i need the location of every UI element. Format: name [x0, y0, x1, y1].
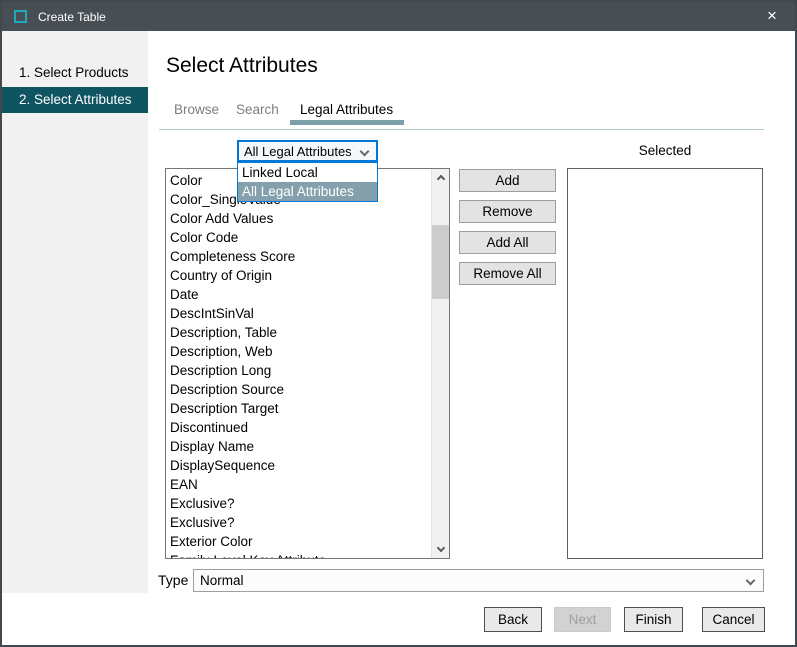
tab-search[interactable]: Search	[236, 102, 279, 117]
list-item[interactable]: Description Long	[166, 361, 430, 380]
scroll-down-button[interactable]	[432, 541, 449, 558]
sidebar-item-select-attributes[interactable]: 2. Select Attributes	[2, 87, 148, 113]
list-item[interactable]: DescIntSinVal	[166, 304, 430, 323]
titlebar: Create Table ×	[2, 2, 795, 31]
wizard-sidebar: 1. Select Products 2. Select Attributes	[2, 31, 148, 593]
dropdown-option-linked-local[interactable]: Linked Local	[238, 163, 377, 182]
list-item[interactable]: Display Name	[166, 437, 430, 456]
chevron-down-icon[interactable]	[360, 147, 370, 157]
list-item[interactable]: Family Level Key Attribute	[166, 551, 430, 559]
selected-listbox[interactable]	[567, 168, 763, 559]
window-title: Create Table	[38, 10, 106, 24]
attribute-list: ColorColor_SingleValueColor Add ValuesCo…	[166, 171, 430, 559]
scroll-up-button[interactable]	[432, 169, 449, 186]
type-value: Normal	[194, 573, 244, 588]
list-item[interactable]: Description, Web	[166, 342, 430, 361]
vertical-scrollbar	[431, 169, 449, 558]
attributes-listbox: ColorColor_SingleValueColor Add ValuesCo…	[165, 168, 450, 559]
next-button: Next	[554, 607, 611, 632]
list-item[interactable]: Exclusive?	[166, 513, 430, 532]
dropdown-option-all-legal-attributes[interactable]: All Legal Attributes	[238, 182, 377, 201]
combobox-value: All Legal Attributes	[239, 144, 352, 159]
cancel-button[interactable]: Cancel	[702, 607, 765, 632]
close-icon[interactable]: ×	[762, 7, 782, 25]
list-item[interactable]: Date	[166, 285, 430, 304]
remove-all-button[interactable]: Remove All	[459, 262, 556, 285]
selected-label: Selected	[567, 143, 763, 158]
list-item[interactable]: Discontinued	[166, 418, 430, 437]
attribute-filter-combobox[interactable]: All Legal Attributes	[237, 140, 378, 162]
list-item[interactable]: Exterior Color	[166, 532, 430, 551]
remove-button[interactable]: Remove	[459, 200, 556, 223]
list-item[interactable]: DisplaySequence	[166, 456, 430, 475]
list-item[interactable]: Color Code	[166, 228, 430, 247]
add-all-button[interactable]: Add All	[459, 231, 556, 254]
list-item[interactable]: Completeness Score	[166, 247, 430, 266]
scrollbar-thumb[interactable]	[432, 225, 449, 299]
page-title: Select Attributes	[166, 54, 318, 78]
list-item[interactable]: EAN	[166, 475, 430, 494]
tabs-divider	[159, 129, 764, 130]
list-item[interactable]: Description Target	[166, 399, 430, 418]
chevron-down-icon	[746, 576, 756, 586]
list-item[interactable]: Country of Origin	[166, 266, 430, 285]
add-button[interactable]: Add	[459, 169, 556, 192]
back-button[interactable]: Back	[484, 607, 542, 632]
app-icon	[14, 10, 27, 23]
chevron-up-icon	[436, 175, 444, 183]
create-table-dialog: Create Table × 1. Select Products 2. Sel…	[0, 0, 797, 647]
list-item[interactable]: Exclusive?	[166, 494, 430, 513]
type-combobox[interactable]: Normal	[193, 569, 764, 592]
finish-button[interactable]: Finish	[624, 607, 683, 632]
list-item[interactable]: Description Source	[166, 380, 430, 399]
type-label: Type	[158, 572, 188, 588]
active-tab-underline	[290, 120, 404, 125]
tab-legal-attributes[interactable]: Legal Attributes	[300, 102, 393, 117]
attribute-filter-dropdown: Linked Local All Legal Attributes	[237, 162, 378, 202]
list-item[interactable]: Description, Table	[166, 323, 430, 342]
tab-browse[interactable]: Browse	[174, 102, 219, 117]
sidebar-item-select-products[interactable]: 1. Select Products	[19, 65, 129, 80]
chevron-down-icon	[436, 544, 444, 552]
list-item[interactable]: Color Add Values	[166, 209, 430, 228]
